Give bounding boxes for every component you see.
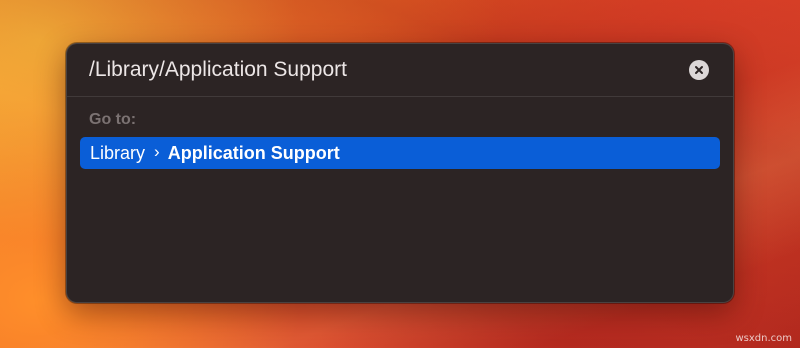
path-input[interactable] — [89, 57, 679, 83]
suggestion-current-folder: Application Support — [167, 142, 340, 163]
clear-button[interactable] — [689, 60, 709, 80]
go-to-label: Go to: — [89, 111, 137, 128]
close-icon — [695, 66, 703, 74]
chevron-right-icon: › — [154, 142, 160, 161]
path-search-row — [67, 44, 733, 97]
suggestion-parent-folder: Library — [90, 142, 146, 163]
suggestion-item[interactable]: Library › Application Support — [80, 137, 720, 169]
go-to-folder-panel: Go to: Library › Application Support — [66, 43, 734, 303]
watermark: wsxdn.com — [735, 333, 792, 344]
